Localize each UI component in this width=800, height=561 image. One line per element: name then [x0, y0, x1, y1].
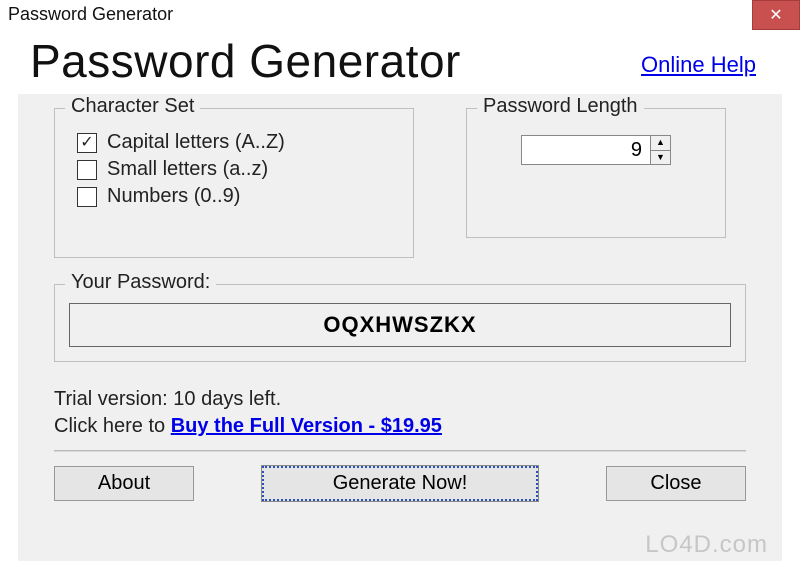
spinner-buttons: ▲ ▼: [651, 135, 671, 165]
about-button[interactable]: About: [54, 466, 194, 501]
buy-full-version-link[interactable]: Buy the Full Version - $19.95: [171, 415, 442, 437]
generate-button[interactable]: Generate Now!: [262, 466, 538, 501]
button-row: About Generate Now! Close: [54, 466, 746, 501]
checkbox-label: Numbers (0..9): [107, 185, 240, 208]
close-button[interactable]: Close: [606, 466, 746, 501]
checkbox-icon: [77, 160, 97, 180]
checkbox-label: Capital letters (A..Z): [107, 131, 285, 154]
checkbox-small-letters[interactable]: Small letters (a..z): [77, 158, 391, 181]
spinner-up-button[interactable]: ▲: [651, 136, 670, 151]
spinner-down-button[interactable]: ▼: [651, 151, 670, 165]
online-help-link[interactable]: Online Help: [641, 52, 756, 88]
password-output[interactable]: OQXHWSZKX: [69, 303, 731, 347]
titlebar: Password Generator ✕: [0, 0, 800, 36]
chevron-down-icon: ▼: [656, 153, 665, 162]
app-window: Password Generator ✕ Password Generator …: [0, 0, 800, 561]
your-password-group: Your Password: OQXHWSZKX: [54, 284, 746, 362]
checkbox-capital-letters[interactable]: ✓ Capital letters (A..Z): [77, 131, 391, 154]
trial-line1: Trial version: 10 days left.: [54, 386, 746, 413]
password-length-legend: Password Length: [477, 95, 644, 118]
close-icon: ✕: [769, 5, 782, 25]
main-panel: Character Set ✓ Capital letters (A..Z) S…: [18, 94, 782, 561]
character-set-legend: Character Set: [65, 95, 200, 118]
trial-prefix: Click here to: [54, 415, 171, 437]
chevron-up-icon: ▲: [656, 138, 665, 147]
window-close-button[interactable]: ✕: [752, 0, 800, 30]
options-row: Character Set ✓ Capital letters (A..Z) S…: [54, 108, 746, 258]
divider: [54, 450, 746, 452]
page-title: Password Generator: [30, 34, 461, 88]
checkbox-label: Small letters (a..z): [107, 158, 268, 181]
length-spinner: ▲ ▼: [521, 135, 671, 165]
length-input[interactable]: [521, 135, 651, 165]
checkbox-icon: [77, 187, 97, 207]
checkbox-numbers[interactable]: Numbers (0..9): [77, 185, 391, 208]
checkbox-icon: ✓: [77, 133, 97, 153]
header-row: Password Generator Online Help: [0, 34, 800, 94]
character-set-group: Character Set ✓ Capital letters (A..Z) S…: [54, 108, 414, 258]
password-length-group: Password Length ▲ ▼: [466, 108, 726, 238]
watermark: LO4D.com: [645, 531, 768, 559]
window-title: Password Generator: [0, 0, 183, 25]
your-password-legend: Your Password:: [65, 271, 216, 294]
trial-line2: Click here to Buy the Full Version - $19…: [54, 413, 746, 440]
trial-info: Trial version: 10 days left. Click here …: [54, 386, 746, 440]
